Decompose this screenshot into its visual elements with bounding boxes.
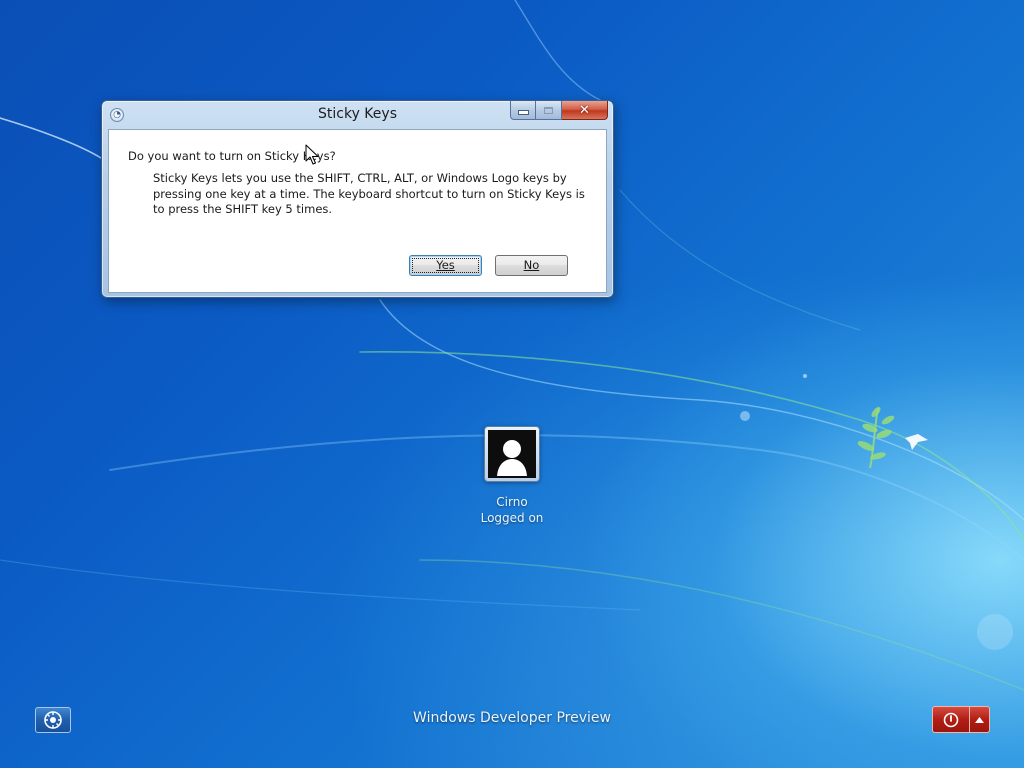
- no-button[interactable]: No: [495, 255, 568, 276]
- mouse-cursor-icon: [305, 144, 319, 165]
- sticky-keys-dialog[interactable]: ◔ Sticky Keys ✕ Do you want to turn on S…: [101, 100, 614, 298]
- brand-text: Windows Developer Preview: [413, 710, 611, 726]
- focus-ring: [412, 258, 479, 273]
- plant-decoration: [857, 407, 895, 469]
- minimize-icon: [517, 110, 529, 115]
- user-status: Logged on: [480, 511, 544, 525]
- close-button[interactable]: ✕: [562, 101, 608, 120]
- dialog-description: Sticky Keys lets you use the SHIFT, CTRL…: [153, 171, 585, 216]
- logon-screen: ◔ Sticky Keys ✕ Do you want to turn on S…: [0, 0, 1024, 768]
- shut-down-options-button[interactable]: [969, 706, 990, 733]
- power-icon: [943, 712, 959, 727]
- shut-down-button[interactable]: [932, 706, 969, 733]
- ease-of-access-button[interactable]: [35, 707, 71, 733]
- user-name: Cirno: [496, 495, 528, 509]
- user-tile[interactable]: [484, 426, 540, 482]
- minimize-button[interactable]: [510, 101, 536, 120]
- caption-buttons: ✕: [510, 101, 608, 120]
- chevron-up-icon: [975, 716, 984, 723]
- user-silhouette-icon: [497, 440, 527, 476]
- maximize-button: [536, 101, 562, 120]
- yes-button[interactable]: Yes: [409, 255, 482, 276]
- close-icon: ✕: [579, 102, 590, 118]
- ease-of-access-icon: [44, 711, 62, 729]
- no-button-label: No: [523, 258, 540, 272]
- avatar: [488, 430, 536, 478]
- maximize-icon: [544, 106, 553, 114]
- dialog-body: Do you want to turn on Sticky Keys? Stic…: [108, 129, 607, 293]
- power-button-group: [932, 706, 990, 733]
- dialog-titlebar[interactable]: ◔ Sticky Keys ✕: [102, 101, 613, 129]
